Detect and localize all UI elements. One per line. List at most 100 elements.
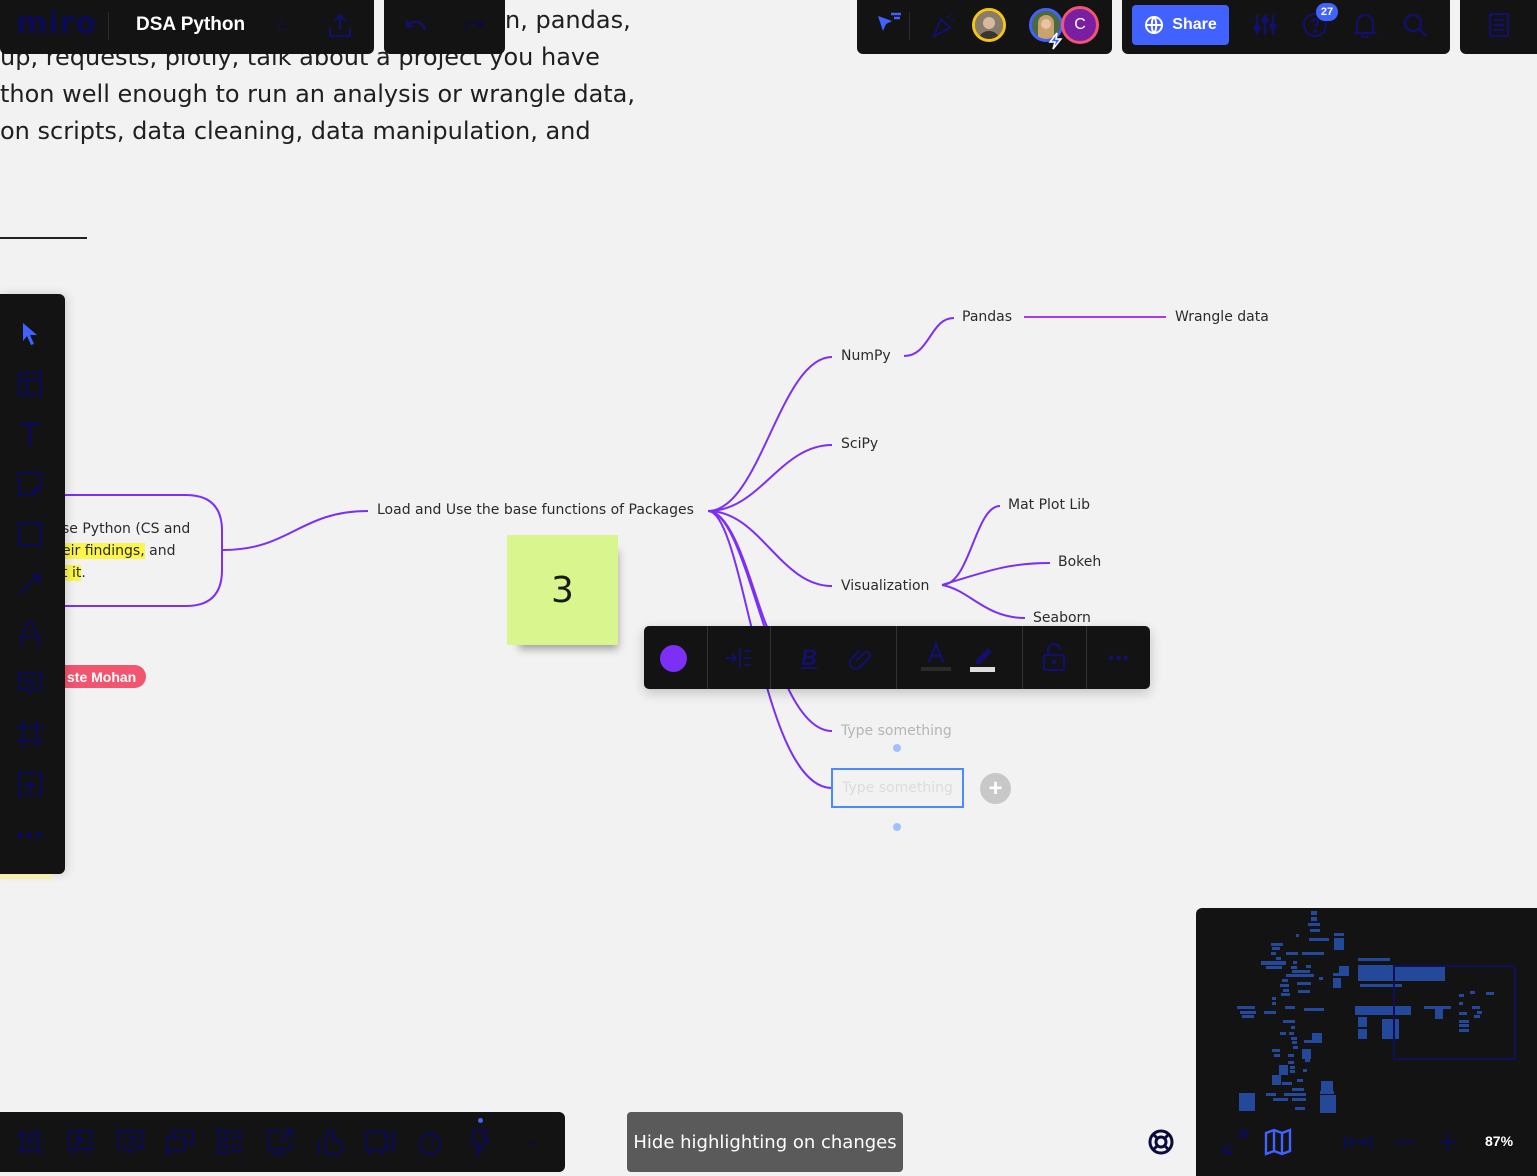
undo-button[interactable] [400,12,430,42]
hide-highlighting-button[interactable]: Hide highlighting on changes [627,1112,903,1172]
text-tool[interactable] [15,419,45,449]
minimap-block [1274,1054,1280,1057]
frames-button[interactable] [14,1126,46,1158]
collaborator-avatar-initial[interactable]: C [1061,6,1099,44]
header-board-panel: miro DSA Python ☆ [0,0,374,54]
resize-handle[interactable] [893,744,901,752]
mindmap-node-bokeh[interactable]: Bokeh [1058,554,1101,570]
link-button[interactable] [844,643,874,673]
help-center-button[interactable] [1146,1127,1176,1157]
mindmap-node-matplotlib[interactable]: Mat Plot Lib [1008,497,1090,513]
minimap-block [1310,929,1320,932]
bold-icon: B [801,645,817,670]
minimap-block [1293,1046,1298,1049]
mindmap-root-node[interactable]: Load and Use the base functions of Packa… [377,502,694,518]
zoom-level[interactable]: 87% [1485,1133,1513,1149]
zoom-in-button[interactable] [1433,1127,1463,1157]
select-tool[interactable] [15,319,45,349]
add-node-button[interactable]: + [980,773,1011,804]
shape-tool[interactable] [15,519,45,549]
minimap-toggle-button[interactable] [1263,1127,1293,1157]
notes-button[interactable] [1484,10,1514,40]
text-line: thon well enough to run an analysis or w… [0,80,636,108]
fullscreen-button[interactable] [1220,1127,1250,1157]
board-title[interactable]: DSA Python [136,14,245,36]
zoom-out-button[interactable] [1390,1127,1420,1157]
connector-scipy [707,444,833,512]
minimap-viewport[interactable] [1393,965,1516,1060]
collaboration-toolbar: « [0,1112,565,1172]
redo-button[interactable] [460,12,490,42]
minimap-block [1291,966,1297,969]
minimap-block [1289,1032,1294,1035]
minimap-block [1286,952,1298,955]
fit-to-screen-button[interactable] [1342,1127,1374,1157]
collaborator-avatar[interactable] [972,8,1006,42]
sticky-note[interactable]: 3 [507,535,618,645]
mindmap-node-editing[interactable]: Type something [831,768,964,808]
notes-panel [1460,0,1537,54]
text-color-button[interactable] [920,640,952,674]
search-button[interactable] [1400,10,1430,40]
text-line: on scripts, data cleaning, data manipula… [0,117,591,145]
cursor-filter-icon [878,12,901,31]
indent-button[interactable] [722,643,756,673]
export-button[interactable] [325,10,355,40]
color-picker-button[interactable] [658,643,688,673]
apps-button[interactable] [464,1126,496,1158]
connector-bokeh [941,562,1051,586]
video-chat-button[interactable] [364,1126,396,1158]
collapse-toolbar-button[interactable]: « [515,1126,547,1158]
presentation-button[interactable] [64,1126,96,1158]
card-text-line: eir findings, and [62,543,175,559]
minimap-block [1319,977,1323,980]
mindmap-node-wrangle-data[interactable]: Wrangle data [1175,309,1269,325]
mindmap-node-seaborn[interactable]: Seaborn [1033,610,1091,626]
frame-tool[interactable] [15,719,45,749]
chat-button[interactable] [164,1126,196,1158]
upload-tool[interactable] [15,769,45,799]
lightning-icon [470,1128,492,1156]
more-icon: ••• [1108,647,1130,668]
resize-handle[interactable] [893,823,901,831]
more-tools-button[interactable]: ●●● [15,819,45,849]
follow-cursors-button[interactable] [875,10,905,40]
share-screen-button[interactable] [264,1126,296,1158]
mindmap-node-placeholder[interactable]: Type something [841,723,952,739]
bold-button[interactable]: B [794,643,824,673]
notifications-button[interactable] [1350,10,1380,40]
highlight-button[interactable] [968,640,998,674]
highlighter-icon [970,648,995,672]
document-icon [1488,12,1510,38]
share-button[interactable]: Share [1132,5,1229,45]
pen-tool[interactable] [15,619,45,649]
lock-button[interactable] [1039,641,1069,673]
upload-icon [328,13,352,38]
minimap-block [1302,952,1324,955]
voting-button[interactable] [314,1126,346,1158]
mindmap-node-visualization[interactable]: Visualization [841,578,929,594]
mindmap-node-pandas[interactable]: Pandas [962,309,1012,325]
connector-card-root [222,510,369,551]
minimap-block [1288,1061,1294,1064]
cursor-icon [23,323,37,345]
connection-line-tool[interactable] [15,569,45,599]
miro-logo[interactable]: miro [16,6,97,41]
comment-tool[interactable] [15,669,45,699]
minimap-block [1304,1040,1312,1043]
celebrate-button[interactable] [929,10,959,40]
comments-button[interactable] [114,1126,146,1158]
mindmap-node-numpy[interactable]: NumPy [841,348,891,364]
timer-button[interactable] [414,1126,446,1158]
settings-button[interactable] [1250,10,1280,40]
mindmap-node-scipy[interactable]: SciPy [841,436,878,452]
creation-toolbar: ●●● [0,294,65,874]
minimap-block [1292,970,1310,973]
star-button[interactable]: ☆ [270,14,294,38]
sticky-note-tool[interactable] [15,469,45,499]
card-list-button[interactable] [214,1126,246,1158]
thumbs-up-icon [317,1128,344,1156]
divider-line [0,237,87,239]
templates-tool[interactable] [15,369,45,399]
more-options-button[interactable]: ••• [1104,643,1134,673]
